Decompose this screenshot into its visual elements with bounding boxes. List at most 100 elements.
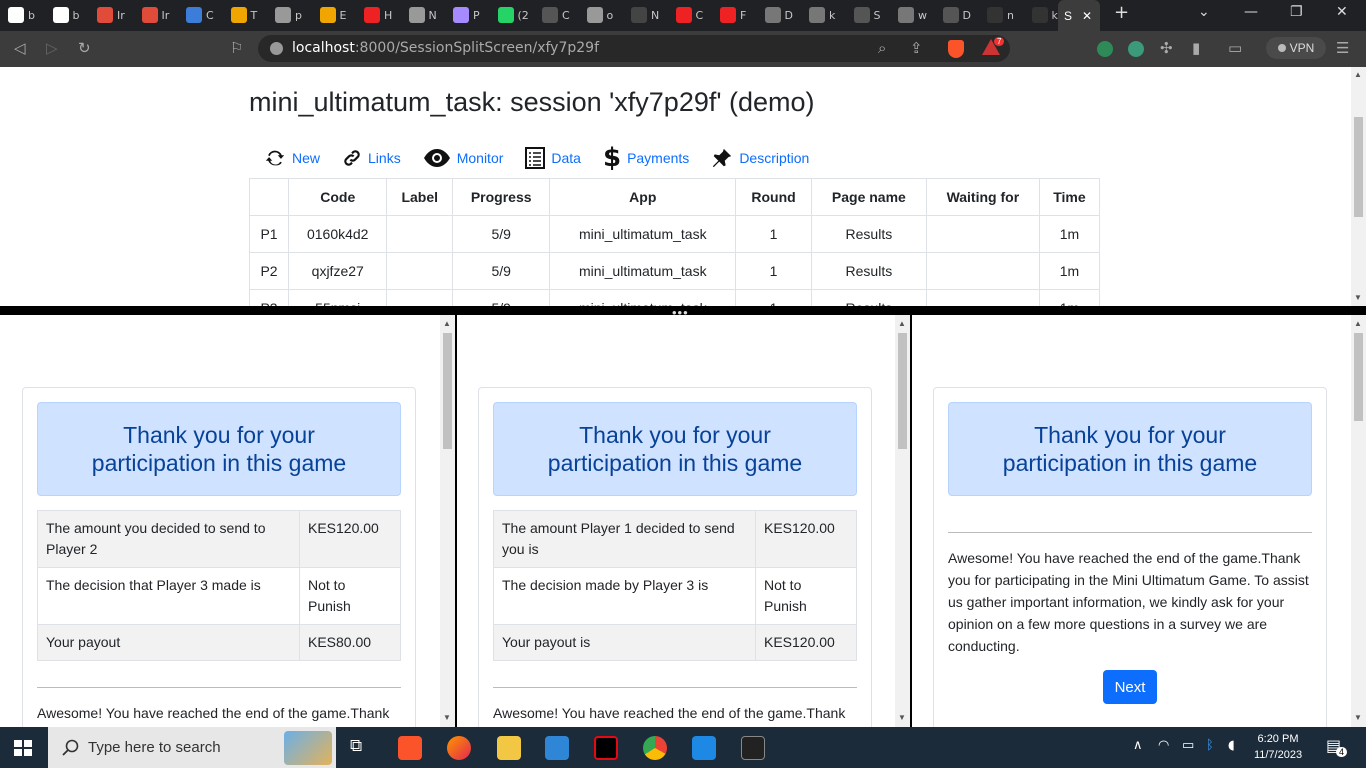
- nav-links[interactable]: Links: [342, 148, 401, 168]
- pane-1-scrollbar[interactable]: ▲ ▼: [440, 315, 455, 727]
- window-close-icon[interactable]: ✕: [1336, 4, 1348, 20]
- nav-data[interactable]: Data: [525, 147, 581, 169]
- bluetooth-icon[interactable]: ᛒ: [1206, 738, 1214, 753]
- browser-tab[interactable]: b: [52, 4, 79, 26]
- firefox-taskbar-icon[interactable]: [447, 736, 471, 760]
- browser-tab[interactable]: H: [364, 4, 392, 26]
- browser-tab[interactable]: (2: [497, 4, 529, 26]
- next-button[interactable]: Next: [1103, 670, 1157, 704]
- browser-tab[interactable]: C: [542, 4, 570, 26]
- tab-favicon-icon: [141, 7, 158, 23]
- clock-date: 11/7/2023: [1253, 749, 1303, 761]
- task-view-icon[interactable]: ⧉: [350, 736, 362, 756]
- file-explorer-icon[interactable]: [497, 736, 521, 760]
- new-tab-icon[interactable]: +: [1114, 2, 1129, 23]
- pane-2-scrollbar[interactable]: ▲ ▼: [895, 315, 910, 727]
- tab-search-icon[interactable]: ⌄: [1198, 4, 1210, 20]
- url-text[interactable]: localhost:8000/SessionSplitScreen/xfy7p2…: [292, 40, 599, 56]
- netflix-icon[interactable]: [594, 736, 618, 760]
- wifi-icon[interactable]: ◠: [1158, 738, 1169, 753]
- scroll-up-icon[interactable]: ▲: [898, 319, 906, 328]
- vscode-icon[interactable]: [692, 736, 716, 760]
- scrollbar-thumb[interactable]: [1354, 333, 1363, 421]
- reload-icon[interactable]: ↻: [78, 39, 91, 57]
- scroll-down-icon[interactable]: ▼: [443, 713, 451, 722]
- browser-tab[interactable]: F: [720, 4, 746, 26]
- participant-code: 0160k4d2: [287, 215, 388, 253]
- browser-tab[interactable]: o: [586, 4, 613, 26]
- back-icon[interactable]: ◁: [14, 39, 26, 57]
- browser-tab[interactable]: S: [853, 4, 880, 26]
- minimize-icon[interactable]: —: [1244, 4, 1258, 20]
- forward-icon[interactable]: ▷: [46, 39, 58, 57]
- address-bar[interactable]: localhost:8000/SessionSplitScreen/xfy7p2…: [258, 35, 1010, 62]
- vpn-button[interactable]: VPN: [1266, 37, 1326, 59]
- extension-icon[interactable]: [1097, 41, 1113, 57]
- menu-icon[interactable]: ☰: [1336, 39, 1349, 57]
- scroll-up-icon[interactable]: ▲: [1354, 319, 1362, 328]
- browser-tab[interactable]: k: [1031, 4, 1058, 26]
- brave-shield-icon[interactable]: [948, 40, 964, 58]
- divider-line: [37, 687, 401, 688]
- site-info-icon[interactable]: [270, 42, 283, 55]
- maximize-icon[interactable]: ❐: [1290, 4, 1303, 20]
- wallet-icon[interactable]: ▭: [1228, 39, 1242, 57]
- pane-3-scrollbar[interactable]: ▲ ▼: [1351, 315, 1366, 727]
- scrollbar-thumb[interactable]: [1354, 117, 1363, 217]
- browser-tab[interactable]: E: [319, 4, 346, 26]
- scroll-down-icon[interactable]: ▼: [1354, 713, 1362, 722]
- browser-tab[interactable]: D: [942, 4, 971, 26]
- scroll-down-icon[interactable]: ▼: [1354, 293, 1362, 302]
- browser-tab[interactable]: n: [987, 4, 1014, 26]
- battery-icon[interactable]: ▭: [1182, 738, 1194, 753]
- participant-page: Results: [810, 252, 927, 290]
- store-icon[interactable]: [545, 736, 569, 760]
- nav-payments[interactable]: $ Payments: [603, 145, 689, 171]
- sidebar-icon[interactable]: ▮: [1192, 39, 1200, 57]
- browser-tab[interactable]: N: [631, 4, 659, 26]
- scroll-up-icon[interactable]: ▲: [443, 319, 451, 328]
- extensions-puzzle-icon[interactable]: ✣: [1160, 39, 1173, 57]
- scrollbar-thumb[interactable]: [898, 333, 907, 449]
- player-pane-1: Thank you for your participation in this…: [0, 315, 455, 727]
- chrome-icon[interactable]: [643, 736, 667, 760]
- result-value: KES120.00: [755, 510, 857, 568]
- chatgpt-extension-icon[interactable]: [1128, 41, 1144, 57]
- nav-monitor[interactable]: Monitor: [423, 148, 503, 168]
- scroll-down-icon[interactable]: ▼: [898, 713, 906, 722]
- windows-start-icon[interactable]: [14, 740, 32, 756]
- tab-favicon-icon: [8, 7, 24, 23]
- browser-tab[interactable]: w: [898, 4, 927, 26]
- tray-overflow-icon[interactable]: ∧: [1133, 738, 1143, 753]
- bookmark-icon[interactable]: ⚐: [230, 39, 243, 57]
- browser-tab[interactable]: k: [809, 4, 835, 26]
- browser-tab[interactable]: D: [764, 4, 793, 26]
- zoom-icon[interactable]: ⌕: [878, 39, 886, 57]
- browser-tab[interactable]: p: [275, 4, 302, 26]
- browser-tab[interactable]: Ir: [141, 4, 169, 26]
- browser-tab[interactable]: N: [408, 4, 437, 26]
- participant-label: [386, 252, 453, 290]
- active-tab[interactable]: S ✕: [1058, 0, 1100, 31]
- browser-tab[interactable]: P: [453, 4, 480, 26]
- browser-tab[interactable]: T: [230, 4, 257, 26]
- browser-tab[interactable]: C: [675, 4, 703, 26]
- taskbar-search[interactable]: Type here to search: [48, 727, 336, 768]
- top-pane-scrollbar[interactable]: ▲ ▼: [1351, 67, 1366, 306]
- browser-tab[interactable]: C: [186, 4, 214, 26]
- clock[interactable]: 6:20 PM 11/7/2023: [1248, 731, 1308, 763]
- nav-new[interactable]: New: [264, 147, 320, 169]
- browser-tab[interactable]: Ir: [97, 4, 125, 26]
- volume-icon[interactable]: ◖: [1228, 738, 1235, 753]
- table-row: P2 qxjfze27 5/9 mini_ultimatum_task 1 Re…: [249, 252, 1101, 290]
- scrollbar-thumb[interactable]: [443, 333, 452, 449]
- browser-tab[interactable]: b: [8, 4, 35, 26]
- nav-description[interactable]: Description: [711, 147, 809, 169]
- terminal-icon[interactable]: [741, 736, 765, 760]
- browser-toolbar: ◁ ▷ ↻ ⚐ localhost:8000/SessionSplitScree…: [0, 31, 1366, 67]
- brave-taskbar-icon[interactable]: [398, 736, 422, 760]
- tab-close-icon[interactable]: ✕: [1082, 9, 1092, 23]
- scroll-up-icon[interactable]: ▲: [1354, 70, 1362, 79]
- list-icon: [525, 147, 546, 169]
- share-icon[interactable]: ⇪: [910, 39, 923, 57]
